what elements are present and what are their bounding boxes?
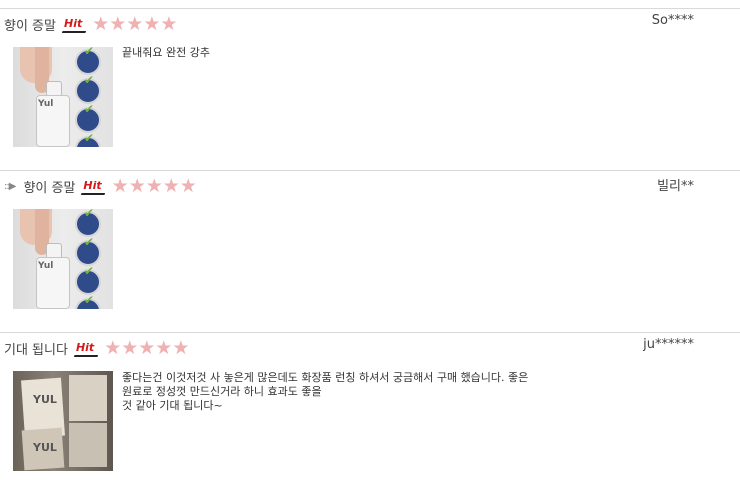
review-item: 향이 증말 Hit ★★★★★ So**** Yul 끝내줘요 완전 강추 bbox=[0, 8, 740, 169]
bottle-label: Yul bbox=[38, 261, 54, 271]
review-photo[interactable]: Yul bbox=[13, 47, 113, 147]
reviewer-name: 빌리** bbox=[657, 179, 694, 194]
review-title[interactable]: 기대 됩니다 bbox=[4, 339, 68, 358]
review-text-line: 것 같아 기대 됩니다~ bbox=[122, 399, 223, 412]
tube-label: YUL bbox=[33, 393, 57, 406]
review-header: ::▶ 향이 증말 Hit ★★★★★ bbox=[4, 175, 197, 197]
reviewer-name: ju****** bbox=[643, 337, 694, 352]
hit-badge: Hit bbox=[63, 17, 83, 30]
rating-stars: ★★★★★ bbox=[111, 175, 197, 197]
review-title[interactable]: 향이 증말 bbox=[4, 15, 56, 34]
review-title[interactable]: 향이 증말 bbox=[23, 177, 75, 196]
review-item: ::▶ 향이 증말 Hit ★★★★★ 빌리** Yul bbox=[0, 170, 740, 331]
hit-badge: Hit bbox=[75, 341, 95, 354]
rating-stars: ★★★★★ bbox=[104, 337, 190, 359]
review-photo[interactable]: YUL YUL bbox=[13, 371, 113, 471]
review-header: 향이 증말 Hit ★★★★★ bbox=[4, 13, 177, 35]
bottle-label: Yul bbox=[38, 99, 54, 109]
reviewer-name: So**** bbox=[651, 13, 694, 28]
review-photo[interactable]: Yul bbox=[13, 209, 113, 309]
tube-label: YUL bbox=[33, 441, 57, 454]
review-header: 기대 됩니다 Hit ★★★★★ bbox=[4, 337, 189, 359]
expand-arrow-icon[interactable]: ::▶ bbox=[4, 181, 16, 192]
review-text-line: 끝내줘요 완전 강추 bbox=[122, 46, 210, 59]
review-item: 기대 됩니다 Hit ★★★★★ ju****** YUL YUL 좋다는건 이… bbox=[0, 332, 740, 495]
review-text-line: 좋다는건 이것저것 사 놓은게 많은데도 화장품 런칭 하셔서 궁금해서 구매 … bbox=[122, 371, 529, 384]
review-text: 끝내줘요 완전 강추 bbox=[122, 46, 210, 60]
review-text: 좋다는건 이것저것 사 놓은게 많은데도 화장품 런칭 하셔서 궁금해서 구매 … bbox=[122, 371, 528, 413]
rating-stars: ★★★★★ bbox=[92, 13, 178, 35]
hit-badge: Hit bbox=[83, 179, 102, 192]
review-text-line: 원료로 정성껏 만드신거라 하니 효과도 좋을 bbox=[122, 385, 322, 398]
